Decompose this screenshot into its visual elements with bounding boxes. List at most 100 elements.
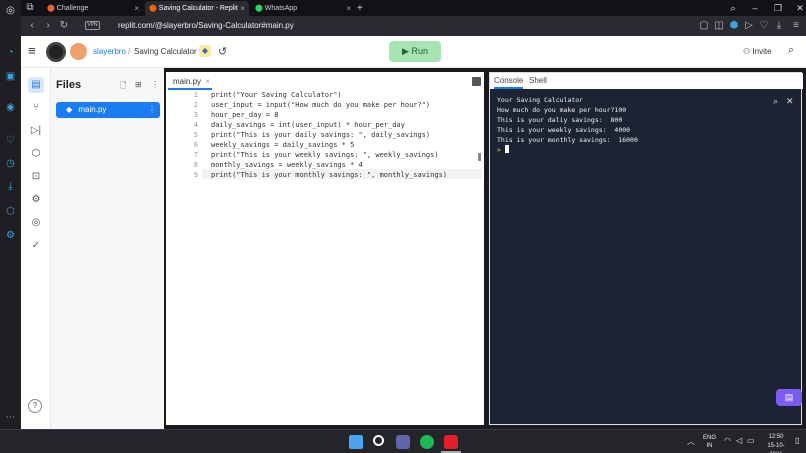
- tray-chevron-icon[interactable]: ︿: [687, 436, 695, 447]
- taskbar: ︿ ENG IN ◠ ◁ ▭ 12:50 15-10-2021 ▯: [0, 429, 806, 453]
- settings-icon[interactable]: ⚙: [4, 229, 17, 242]
- start-windows-icon[interactable]: [349, 435, 363, 449]
- clock[interactable]: 12:50 15-10-2021: [762, 433, 790, 453]
- editor-tab-main-py[interactable]: main.py ×: [168, 74, 212, 90]
- settings-icon[interactable]: ⚙: [28, 192, 44, 208]
- version-control-icon[interactable]: ⑂: [28, 100, 44, 116]
- code-line[interactable]: user_input = input("How much do you make…: [211, 101, 430, 109]
- spotify-icon[interactable]: [420, 435, 434, 449]
- avatar[interactable]: [70, 43, 87, 60]
- code-line[interactable]: print("Your Saving Calculator"): [211, 91, 342, 99]
- console-search-icon[interactable]: ⌕: [773, 96, 778, 107]
- close-tab-icon[interactable]: ×: [205, 77, 210, 86]
- debugger-icon[interactable]: ▷|: [28, 123, 44, 139]
- opera-browser-icon[interactable]: [444, 435, 458, 449]
- battery-icon[interactable]: ▭: [747, 436, 755, 445]
- code-line[interactable]: daily_savings = int(user_input) * hour_p…: [211, 121, 405, 129]
- new-folder-icon[interactable]: ⊞: [135, 80, 142, 89]
- menu-icon[interactable]: ≡: [789, 19, 803, 33]
- checkmark-icon[interactable]: ✓: [28, 238, 44, 254]
- file-options-icon[interactable]: ⋮: [148, 102, 156, 118]
- messenger-icon[interactable]: ◉: [4, 101, 17, 114]
- favorites-icon[interactable]: ♡: [4, 134, 17, 147]
- minimize-button[interactable]: –: [744, 0, 766, 16]
- heart-icon[interactable]: ♡: [757, 19, 771, 33]
- send-icon[interactable]: ▷: [742, 19, 756, 33]
- code-line[interactable]: weekly_savings = daily_savings * 5: [211, 141, 354, 149]
- code-line[interactable]: print("This is your weekly savings: ", w…: [211, 151, 439, 159]
- downloads-icon[interactable]: ⤓: [4, 180, 17, 193]
- url-field[interactable]: replit.com/@slayerbro/Saving-Calculator#…: [118, 20, 294, 32]
- repl-name[interactable]: Saving Calculator: [134, 47, 197, 56]
- run-button[interactable]: ▶ Run: [389, 41, 441, 62]
- close-window-button[interactable]: ✕: [789, 0, 806, 16]
- history-icon[interactable]: ◷: [4, 157, 17, 170]
- code-line[interactable]: hour_per_day = 8: [211, 111, 278, 119]
- vpn-badge[interactable]: VPN: [85, 21, 100, 30]
- teams-icon[interactable]: [396, 435, 410, 449]
- search-icon[interactable]: ⌕: [788, 44, 794, 57]
- chat-button[interactable]: ▤: [776, 389, 802, 406]
- history-icon[interactable]: ↺: [218, 45, 227, 58]
- forward-icon[interactable]: ›: [41, 19, 55, 33]
- close-icon[interactable]: ×: [240, 1, 245, 16]
- close-icon[interactable]: ×: [134, 1, 139, 16]
- vpn-shield-icon[interactable]: ⬢: [727, 19, 741, 33]
- new-file-icon[interactable]: 🗋: [120, 80, 126, 94]
- username-link[interactable]: slayerbro: [93, 47, 126, 56]
- code-line[interactable]: monthly_savings = weekly_savings * 4: [211, 161, 363, 169]
- tab-console[interactable]: Console: [494, 76, 524, 89]
- secrets-lock-icon[interactable]: ⊡: [28, 169, 44, 185]
- whatsapp-favicon-icon: ⬤: [255, 5, 263, 12]
- code-editor[interactable]: main.py × 1 print("Your Saving Calculato…: [166, 72, 484, 425]
- files-more-icon[interactable]: ⋮: [151, 80, 159, 89]
- clear-console-icon[interactable]: ✕: [786, 96, 794, 107]
- console-cursor[interactable]: [505, 145, 509, 153]
- search-taskbar-icon[interactable]: [373, 435, 384, 446]
- packages-icon[interactable]: ⬡: [28, 146, 44, 162]
- editor-scrollbar[interactable]: [478, 153, 481, 161]
- volume-icon[interactable]: ◁: [736, 436, 742, 445]
- help-button[interactable]: ?: [28, 399, 42, 413]
- tool-rail: ▤ ⑂ ▷| ⬡ ⊡ ⚙ ◎ ✓ ?: [21, 68, 51, 429]
- tab-saving-calculator[interactable]: ⬤ Saving Calculator - Replit ×: [145, 1, 249, 16]
- search-tabs-icon[interactable]: ⌕: [722, 0, 744, 16]
- camera-icon[interactable]: ◫: [712, 19, 726, 33]
- python-language-icon: ◆: [199, 45, 211, 57]
- line-number: 3: [193, 111, 198, 119]
- line-number: 9: [193, 171, 198, 179]
- invite-button[interactable]: ⚇ Invite: [743, 44, 783, 60]
- tab-challenge[interactable]: ⬤ Challenge ×: [43, 1, 143, 16]
- new-tab-button[interactable]: +: [355, 1, 369, 16]
- tab-favicon-icon: ⬤: [47, 5, 55, 12]
- shopping-icon[interactable]: ▣: [4, 70, 17, 83]
- close-icon[interactable]: ×: [346, 1, 351, 16]
- tab-whatsapp[interactable]: ⬤ WhatsApp ×: [251, 1, 355, 16]
- reload-icon[interactable]: ↻: [57, 19, 71, 33]
- code-line[interactable]: print("This is your monthly savings: ", …: [211, 171, 447, 179]
- editor-layout-icon[interactable]: [472, 77, 481, 86]
- browser-logo-icon[interactable]: ◎: [4, 4, 17, 17]
- back-icon[interactable]: ‹: [25, 19, 39, 33]
- sidebar-toggle-icon[interactable]: ▢: [697, 19, 711, 33]
- line-number: 4: [193, 121, 198, 129]
- maximize-button[interactable]: ❐: [767, 0, 789, 16]
- notifications-icon[interactable]: ▯: [795, 436, 799, 445]
- speed-dial-icon[interactable]: ◔: [4, 46, 17, 59]
- more-icon[interactable]: ⋯: [4, 411, 17, 424]
- hamburger-menu-icon[interactable]: ≡: [28, 44, 42, 57]
- browser-side-panel: ◎ ◔ ▣ ◉ ♡ ◷ ⤓ ⬡ ⚙ ⋯: [0, 0, 21, 429]
- download-icon[interactable]: ⤓: [772, 19, 786, 33]
- database-icon[interactable]: ◎: [28, 215, 44, 231]
- language-indicator[interactable]: ENG IN: [703, 434, 716, 450]
- extensions-icon[interactable]: ⬡: [4, 205, 17, 218]
- workspace-icon[interactable]: ⧉: [23, 1, 37, 15]
- tab-shell[interactable]: Shell: [529, 76, 547, 85]
- code-line[interactable]: print("This is your daily savings: ", da…: [211, 131, 430, 139]
- python-file-icon: ◆: [66, 105, 73, 114]
- line-number: 6: [193, 141, 198, 149]
- file-item-main-py[interactable]: ◆ main.py ⋮: [56, 102, 160, 118]
- wifi-icon[interactable]: ◠: [724, 436, 731, 445]
- files-tool-icon[interactable]: ▤: [28, 77, 44, 93]
- replit-logo-icon[interactable]: [46, 42, 66, 62]
